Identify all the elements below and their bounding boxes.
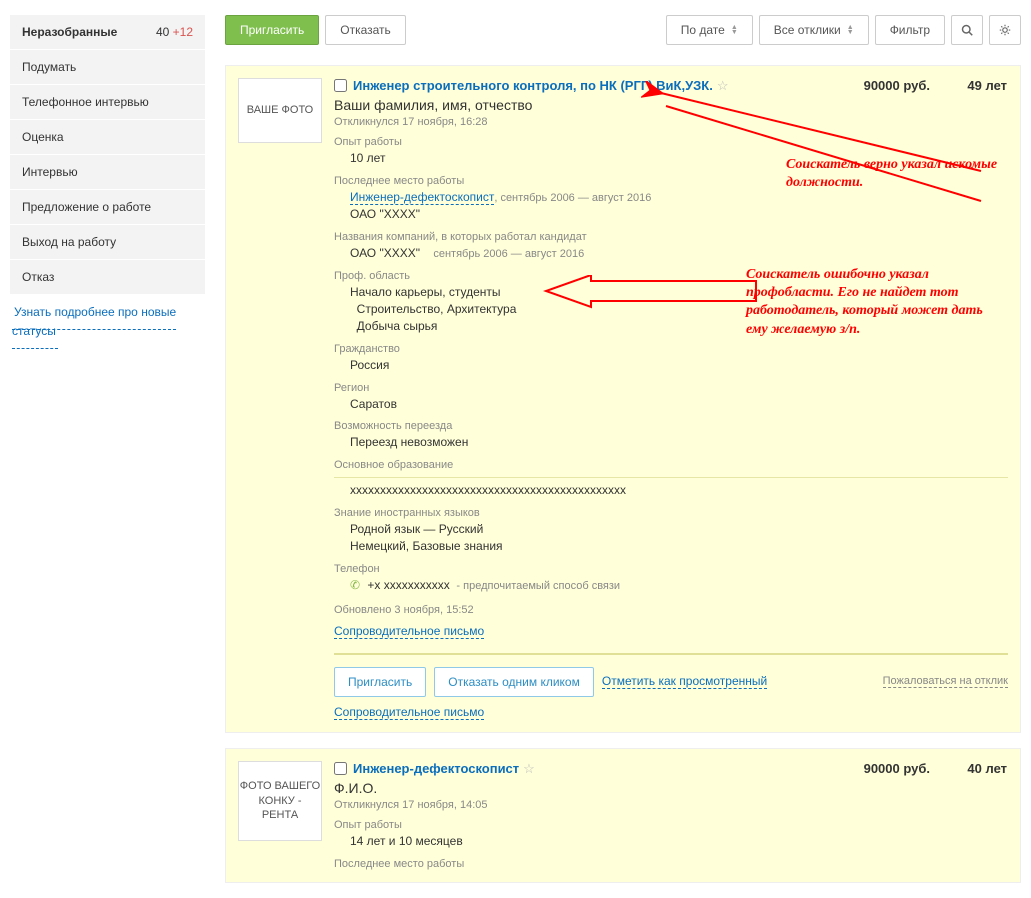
sort-arrows-icon: ▲▼ [731, 25, 738, 35]
divider [334, 477, 1008, 478]
star-icon[interactable]: ☆ [523, 761, 535, 777]
sidebar-item-label: Отказ [22, 270, 54, 284]
sidebar-item-assessment[interactable]: Оценка [10, 120, 205, 155]
last-job-role[interactable]: Инженер-дефектоскопист [350, 190, 494, 205]
phone-label: Телефон [334, 563, 1008, 575]
sidebar-item-label: Неразобранные [22, 25, 117, 39]
profarea-value: Добыча сырья [357, 319, 438, 333]
last-job-label: Последнее место работы [334, 858, 1008, 870]
sidebar-item-phone[interactable]: Телефонное интервью [10, 85, 205, 120]
responded-at: Откликнулся 17 ноября, 14:05 [334, 799, 1008, 811]
select-checkbox[interactable] [334, 79, 347, 92]
education-label: Основное образование [334, 459, 1008, 471]
profarea-value: Начало карьеры, студенты [350, 285, 501, 299]
phone-icon: ✆ [350, 577, 360, 594]
last-job-dates: , сентябрь 2006 — август 2016 [494, 192, 651, 204]
main-content: Пригласить Отказать По дате ▲▼ Все откли… [225, 15, 1021, 898]
profarea-value: Строительство, Архитектура [357, 302, 517, 316]
sidebar-item-label: Интервью [22, 165, 78, 179]
experience-label: Опыт работы [334, 819, 1008, 831]
candidate-name: Ваши фамилия, имя, отчество [334, 97, 1008, 113]
resume-title-link[interactable]: Инженер-дефектоскопист [353, 761, 519, 776]
companies-label: Названия компаний, в которых работал кан… [334, 231, 1008, 243]
photo-placeholder: ФОТО ВАШЕГО КОНКУ - РЕНТА [238, 761, 322, 841]
sidebar-count: 40 [156, 25, 169, 39]
sidebar-item-think[interactable]: Подумать [10, 50, 205, 85]
language-value: Родной язык — Русский [350, 522, 483, 536]
topbar: Пригласить Отказать По дате ▲▼ Все откли… [225, 15, 1021, 45]
search-button[interactable] [951, 15, 983, 45]
cover-letter-link[interactable]: Сопроводительное письмо [334, 624, 484, 639]
sidebar: Неразобранные 40 +12 Подумать Телефонное… [10, 15, 205, 898]
language-value: Немецкий, Базовые знания [350, 539, 503, 553]
sort-by-date-button[interactable]: По дате ▲▼ [666, 15, 753, 45]
cover-letter-link[interactable]: Сопроводительное письмо [334, 705, 484, 720]
photo-placeholder: ВАШЕ ФОТО [238, 78, 322, 143]
resume-title-link[interactable]: Инженер строительного контроля, по НК (Р… [353, 78, 713, 93]
citizenship-value: Россия [334, 357, 1008, 374]
response-card: ВАШЕ ФОТО Инженер строительного контроля… [225, 65, 1021, 733]
footer-reject-button[interactable]: Отказать одним кликом [434, 667, 594, 697]
sidebar-item-label: Выход на работу [22, 235, 116, 249]
all-responses-button[interactable]: Все отклики ▲▼ [759, 15, 869, 45]
relocate-value: Переезд невозможен [334, 434, 1008, 451]
star-icon[interactable]: ☆ [717, 78, 729, 94]
annotation-text: Соискатель ошибочно указал профобласти. … [746, 266, 1006, 339]
response-card: ФОТО ВАШЕГО КОНКУ - РЕНТА Инженер-дефект… [225, 748, 1021, 883]
phone-note: - предпочитаемый способ связи [456, 580, 620, 592]
region-value: Саратов [334, 396, 1008, 413]
search-icon [961, 24, 973, 36]
mark-viewed-link[interactable]: Отметить как просмотренный [602, 674, 767, 689]
companies-dates: сентябрь 2006 — август 2016 [433, 248, 584, 260]
education-value: хххххххххххххххххххххххххххххххххххххххх… [334, 482, 1008, 499]
invite-button[interactable]: Пригласить [225, 15, 319, 45]
sidebar-item-interview[interactable]: Интервью [10, 155, 205, 190]
card-footer: Пригласить Отказать одним кликом Отметит… [334, 653, 1008, 697]
sort-arrows-icon: ▲▼ [847, 25, 854, 35]
age: 40 лет [967, 761, 1007, 776]
complain-link[interactable]: Пожаловаться на отклик [883, 675, 1008, 688]
updated-at: Обновлено 3 ноября, 15:52 [334, 604, 1008, 616]
companies-value: ОАО "ХХХХ" [350, 246, 420, 260]
sidebar-item-unsorted[interactable]: Неразобранные 40 +12 [10, 15, 205, 50]
age: 49 лет [967, 78, 1007, 93]
gear-icon [999, 24, 1011, 36]
sidebar-learn-link[interactable]: Узнать подробнее про новые статусы [12, 295, 176, 349]
filter-button[interactable]: Фильтр [875, 15, 945, 45]
sidebar-item-label: Телефонное интервью [22, 95, 149, 109]
phone-value: +х ххххххххххх [367, 578, 449, 592]
reject-button[interactable]: Отказать [325, 15, 406, 45]
citizenship-label: Гражданство [334, 343, 1008, 355]
sidebar-item-onboard[interactable]: Выход на работу [10, 225, 205, 260]
sort-label: По дате [681, 23, 725, 37]
candidate-name: Ф.И.О. [334, 780, 1008, 796]
settings-button[interactable] [989, 15, 1021, 45]
sidebar-item-reject[interactable]: Отказ [10, 260, 205, 295]
last-job-company: ОАО "ХХХХ" [350, 207, 420, 221]
annotation-text: Соискатель верно указал искомые должност… [786, 156, 1006, 192]
languages-label: Знание иностранных языков [334, 507, 1008, 519]
experience-label: Опыт работы [334, 136, 1008, 148]
sidebar-item-label: Оценка [22, 130, 64, 144]
sidebar-item-label: Подумать [22, 60, 76, 74]
salary: 90000 руб. [864, 78, 930, 93]
sidebar-count-new: +12 [173, 25, 193, 39]
salary: 90000 руб. [864, 761, 930, 776]
responded-at: Откликнулся 17 ноября, 16:28 [334, 116, 1008, 128]
relocate-label: Возможность переезда [334, 420, 1008, 432]
select-checkbox[interactable] [334, 762, 347, 775]
sidebar-item-label: Предложение о работе [22, 200, 151, 214]
sidebar-item-offer[interactable]: Предложение о работе [10, 190, 205, 225]
footer-invite-button[interactable]: Пригласить [334, 667, 426, 697]
experience-value: 14 лет и 10 месяцев [334, 833, 1008, 850]
filter-responses-label: Все отклики [774, 23, 841, 37]
region-label: Регион [334, 382, 1008, 394]
